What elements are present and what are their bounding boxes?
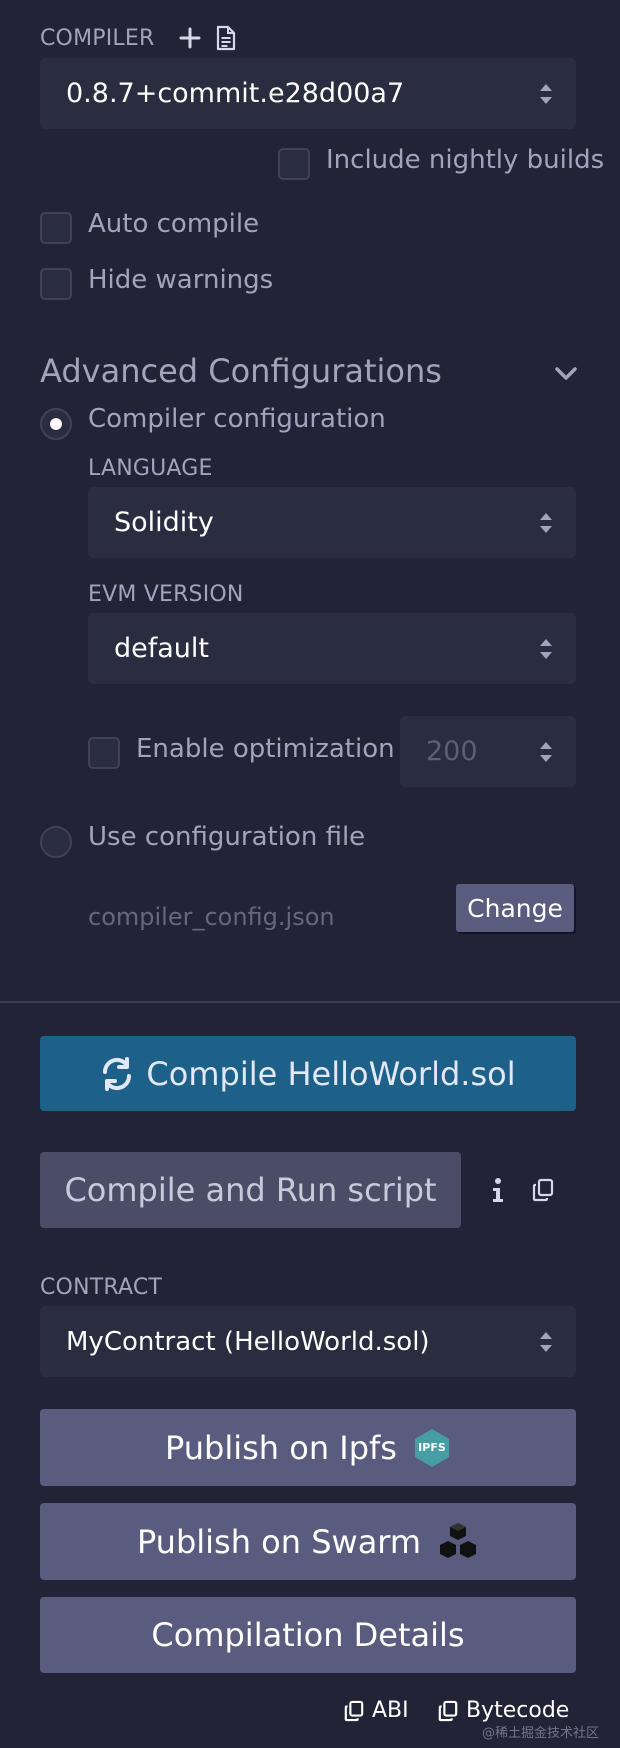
swarm-cubes-icon xyxy=(437,1521,479,1563)
language-value: Solidity xyxy=(114,507,214,538)
use-config-file-radio[interactable] xyxy=(40,826,72,858)
bytecode-label: Bytecode xyxy=(466,1698,570,1723)
advanced-configurations-title[interactable]: Advanced Configurations xyxy=(40,352,442,390)
copy-icon xyxy=(438,1700,458,1722)
hide-warnings-checkbox[interactable] xyxy=(40,268,72,300)
select-arrows-icon xyxy=(516,1329,576,1355)
hide-warnings-label: Hide warnings xyxy=(88,265,274,295)
publish-swarm-button[interactable]: Publish on Swarm xyxy=(40,1503,576,1580)
chevron-down-icon[interactable] xyxy=(552,360,580,388)
change-config-button[interactable]: Change xyxy=(456,884,574,932)
use-config-file-label: Use configuration file xyxy=(88,822,366,852)
include-nightly-checkbox[interactable] xyxy=(278,148,310,180)
enable-optimization-label: Enable optimization xyxy=(136,734,395,764)
copy-icon[interactable] xyxy=(528,1172,558,1208)
evm-version-select[interactable]: default xyxy=(88,613,576,684)
language-label: LANGUAGE xyxy=(88,456,213,481)
include-nightly-label: Include nightly builds xyxy=(326,145,605,175)
file-text-icon[interactable] xyxy=(212,22,240,54)
language-select[interactable]: Solidity xyxy=(88,487,576,558)
compile-button[interactable]: Compile HelloWorld.sol xyxy=(40,1036,576,1111)
copy-bytecode-button[interactable]: Bytecode xyxy=(438,1698,569,1723)
plus-icon[interactable] xyxy=(176,22,204,54)
info-icon[interactable] xyxy=(484,1172,512,1208)
compiler-version-select[interactable]: 0.8.7+commit.e28d00a7 xyxy=(40,58,576,129)
copy-abi-button[interactable]: ABI xyxy=(344,1698,409,1723)
publish-swarm-label: Publish on Swarm xyxy=(136,1522,422,1561)
select-arrows-icon xyxy=(516,81,576,107)
config-file-name: compiler_config.json xyxy=(88,903,335,931)
compiler-version-value: 0.8.7+commit.e28d00a7 xyxy=(66,78,405,109)
enable-optimization-checkbox[interactable] xyxy=(88,737,120,769)
contract-select[interactable]: MyContract (HelloWorld.sol) xyxy=(40,1306,576,1377)
refresh-icon xyxy=(100,1056,134,1091)
auto-compile-label: Auto compile xyxy=(88,209,260,239)
compile-button-label: Compile HelloWorld.sol xyxy=(146,1054,516,1093)
publish-ipfs-label: Publish on Ipfs xyxy=(165,1428,397,1467)
compiler-configuration-radio[interactable] xyxy=(40,408,72,440)
watermark-text: @稀土掘金技术社区 xyxy=(482,1726,600,1741)
contract-label: CONTRACT xyxy=(40,1275,163,1300)
copy-icon xyxy=(344,1700,364,1722)
select-arrows-icon xyxy=(516,636,576,662)
contract-value: MyContract (HelloWorld.sol) xyxy=(66,1326,430,1357)
ipfs-logo-icon: IPFS xyxy=(413,1428,451,1468)
compilation-details-button[interactable]: Compilation Details xyxy=(40,1597,576,1673)
compiler-configuration-label: Compiler configuration xyxy=(88,404,386,434)
auto-compile-checkbox[interactable] xyxy=(40,212,72,244)
compile-and-run-button[interactable]: Compile and Run script xyxy=(40,1152,461,1228)
publish-ipfs-button[interactable]: Publish on Ipfs IPFS xyxy=(40,1409,576,1486)
select-arrows-icon xyxy=(516,510,576,536)
optimization-runs-input[interactable]: 200 xyxy=(400,716,576,787)
evm-version-value: default xyxy=(114,633,210,664)
optimization-runs-value: 200 xyxy=(426,736,478,767)
evm-version-label: EVM VERSION xyxy=(88,582,244,607)
compiler-label: COMPILER xyxy=(40,26,155,51)
abi-label: ABI xyxy=(372,1698,409,1723)
stepper-arrows-icon[interactable] xyxy=(516,739,576,765)
ipfs-badge-text: IPFS xyxy=(418,1441,446,1454)
section-divider xyxy=(0,1001,620,1003)
